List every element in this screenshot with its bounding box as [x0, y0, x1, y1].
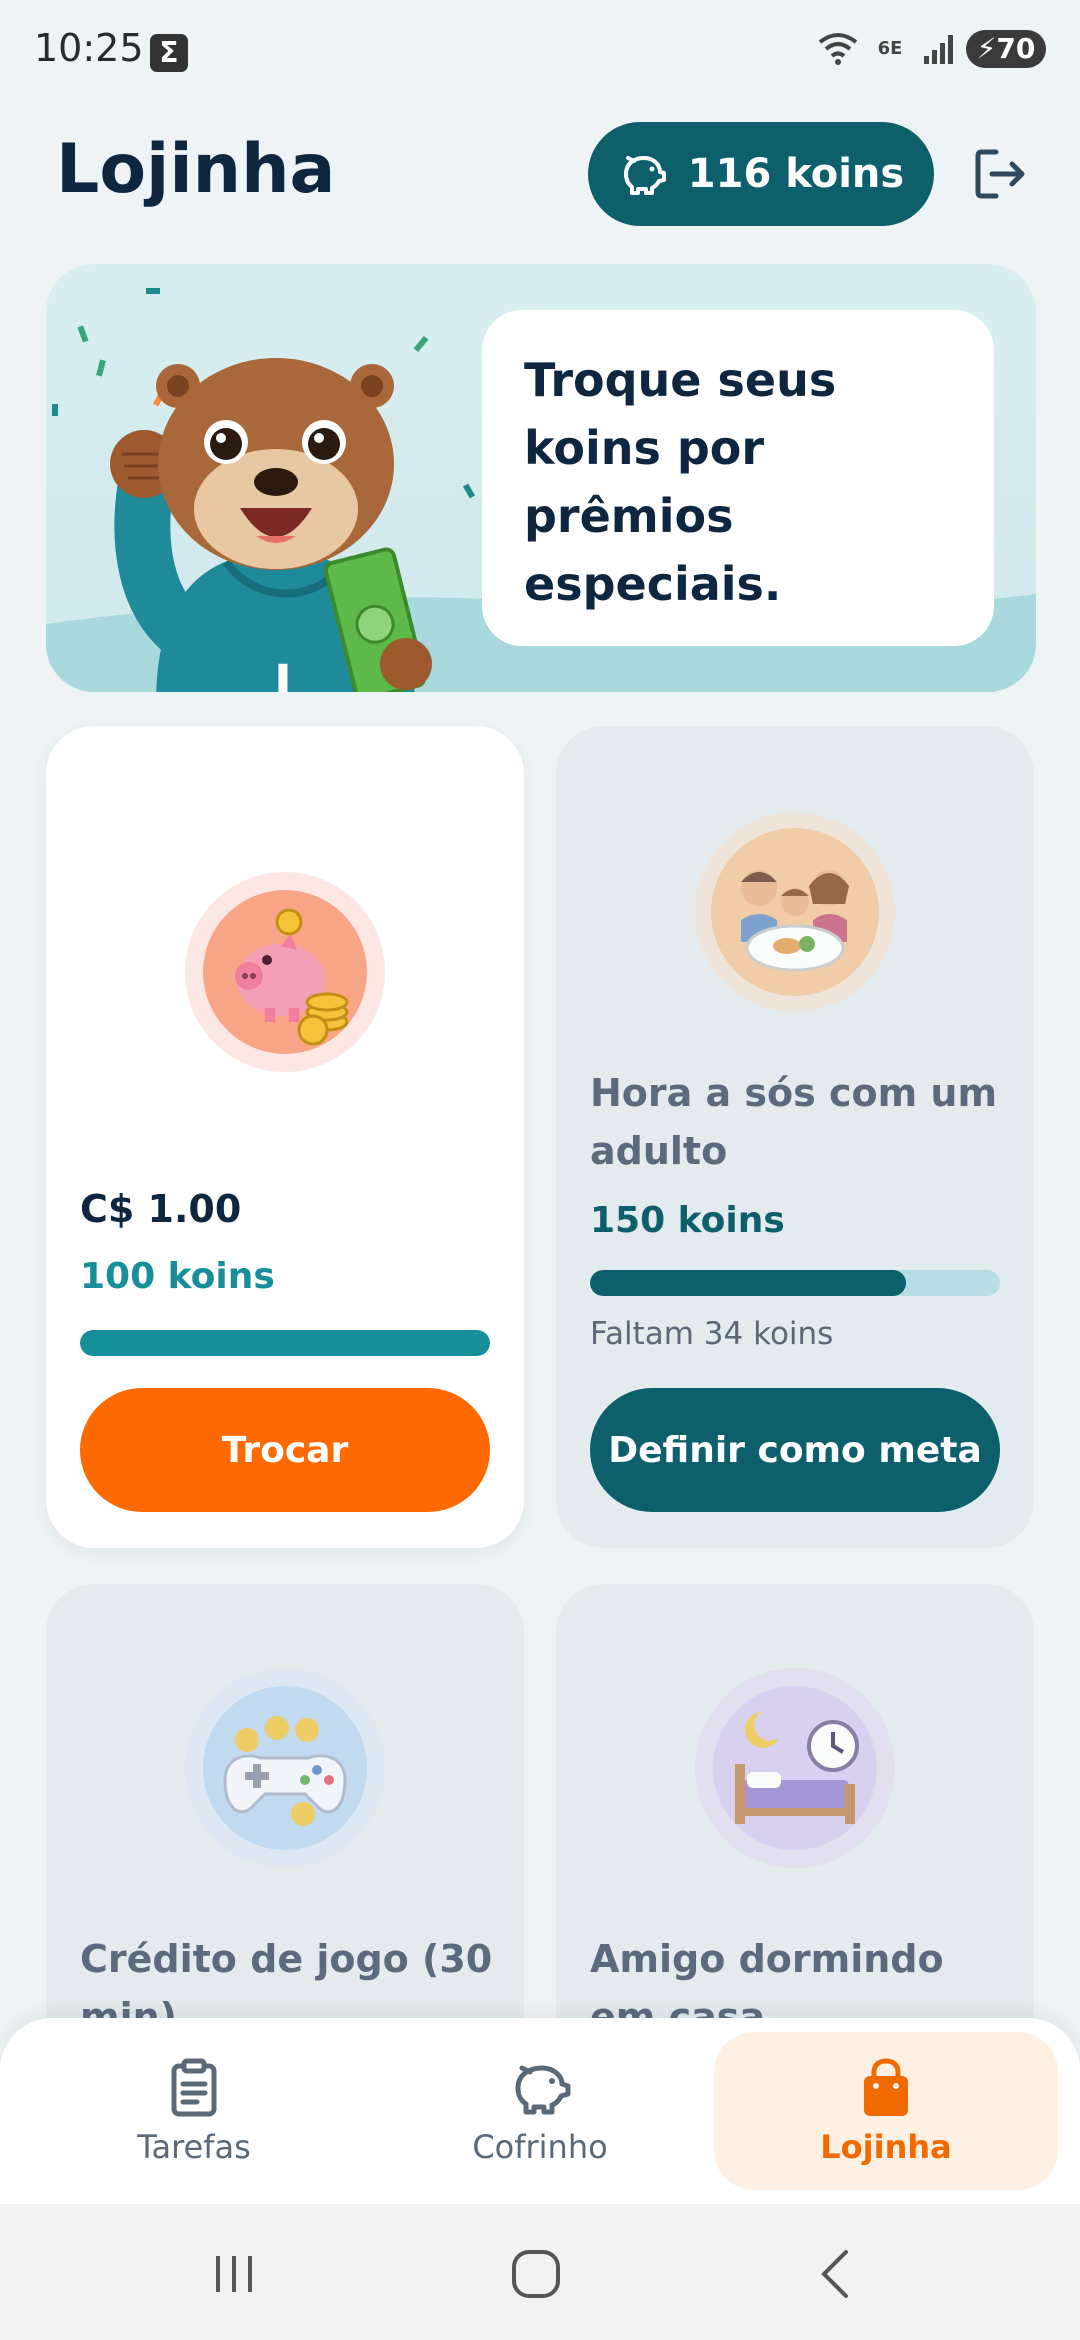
reward-progress-fill — [590, 1270, 906, 1296]
recent-apps-icon[interactable] — [204, 2244, 264, 2304]
system-navigation-bar — [0, 2204, 1080, 2340]
reward-card[interactable]: Hora a sós com um adulto 150 koins Falta… — [556, 726, 1034, 1548]
game-controller-icon — [185, 1668, 385, 1868]
reward-card[interactable]: C$ 1.00 100 koins Trocar — [46, 726, 524, 1548]
nav-label: Cofrinho — [472, 2128, 608, 2166]
shopping-bag-icon — [864, 2058, 908, 2116]
battery-indicator: ⚡70 — [966, 30, 1046, 68]
koins-balance-button[interactable]: 116 koins — [588, 122, 934, 226]
set-goal-button[interactable]: Definir como meta — [590, 1388, 1000, 1512]
hero-speech-bubble: Troque seus koins por prêmios especiais. — [482, 310, 994, 646]
piggy-bank-icon — [623, 156, 666, 195]
nav-item-cofrinho[interactable]: Cofrinho — [368, 2032, 712, 2190]
back-icon[interactable] — [808, 2244, 868, 2304]
sigma-icon: Σ — [150, 34, 188, 72]
piggy-bank-icon — [515, 2065, 571, 2115]
reward-title: Hora a sós com um adulto — [590, 1071, 998, 1173]
bed-night-icon — [695, 1668, 895, 1868]
home-icon[interactable] — [506, 2244, 566, 2304]
koins-balance-label: 116 koins — [687, 151, 905, 197]
hero-banner: L Troque seus koins por prêmios especiai… — [46, 264, 1036, 692]
family-meal-icon — [695, 812, 895, 1012]
nav-item-tarefas[interactable]: Tarefas — [22, 2032, 366, 2190]
hero-text: Troque seus koins por prêmios especiais. — [524, 353, 837, 611]
missing-koins-text: Faltam 34 koins — [590, 1316, 834, 1352]
network-type: 6E — [877, 38, 903, 59]
battery-level: 70 — [996, 32, 1036, 65]
screen: 10:25 Σ 6E ⚡70 Lojinha 116 koins L Troqu… — [0, 0, 1080, 2340]
charging-icon: ⚡ — [976, 32, 997, 65]
exchange-button[interactable]: Trocar — [80, 1388, 490, 1512]
nav-label: Tarefas — [137, 2128, 251, 2166]
otter-mascot-illustration: L — [110, 358, 432, 692]
wifi-icon — [818, 33, 858, 65]
nav-item-lojinha[interactable]: Lojinha — [714, 2032, 1058, 2190]
page-title: Lojinha — [56, 130, 336, 209]
nav-label: Lojinha — [820, 2128, 952, 2166]
piggy-bank-coins-icon — [185, 872, 385, 1072]
signal-icon — [924, 35, 953, 64]
reward-title: C$ 1.00 — [80, 1187, 242, 1231]
logout-icon[interactable] — [970, 144, 1030, 204]
status-icons: 6E ⚡70 — [818, 30, 1046, 68]
reward-price: 150 koins — [590, 1200, 785, 1241]
svg-text:L: L — [274, 655, 305, 692]
reward-progress-fill — [80, 1330, 490, 1356]
clipboard-icon — [171, 2058, 217, 2117]
reward-progress-bar — [590, 1270, 1000, 1296]
status-bar: 10:25 Σ 6E ⚡70 — [0, 0, 1080, 100]
status-time: 10:25 — [34, 26, 144, 70]
reward-price: 100 koins — [80, 1256, 275, 1297]
bottom-navigation: Tarefas Cofrinho Lojinha — [0, 2018, 1080, 2204]
reward-progress-bar — [80, 1330, 490, 1356]
